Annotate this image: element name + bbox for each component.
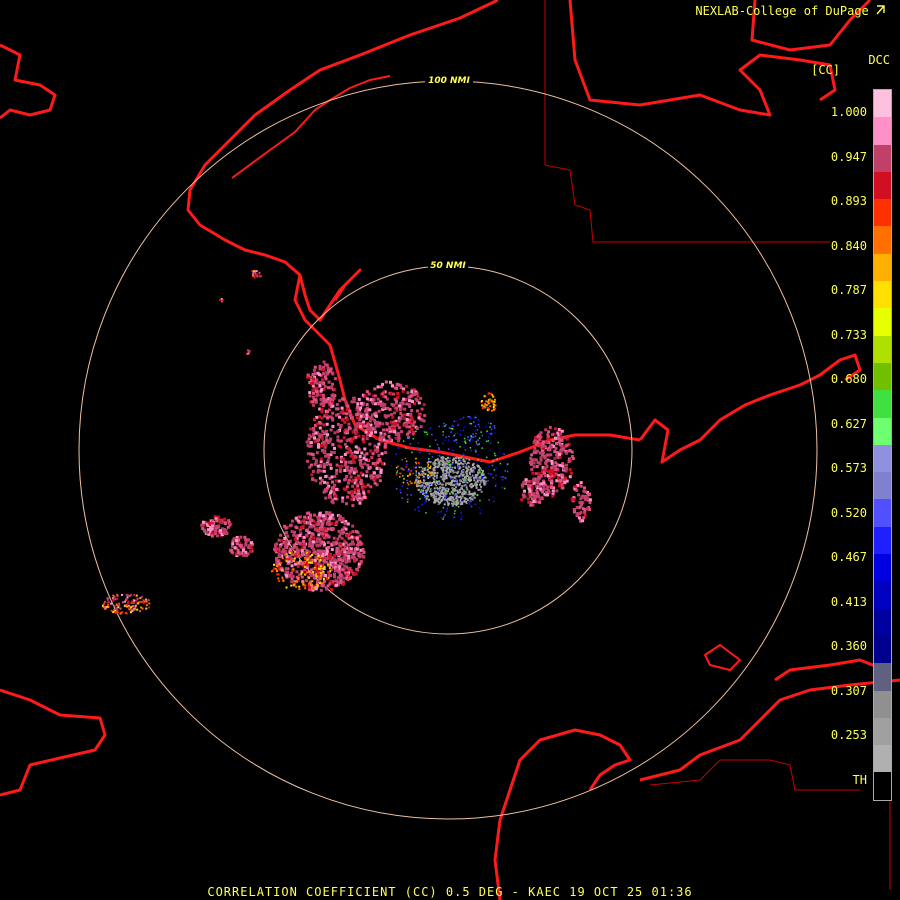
colorbar-segment xyxy=(874,581,891,609)
cursor-arrow-icon xyxy=(876,5,885,15)
coastline-bay xyxy=(231,75,391,179)
colorbar-segment xyxy=(874,554,891,582)
colorbar-segment xyxy=(874,526,891,555)
radar-map: 100 NMI 50 NMI xyxy=(0,0,900,900)
colorbar-tick-label: 0.573 xyxy=(830,461,867,475)
coastline-north xyxy=(186,0,499,322)
coastline-layer xyxy=(0,0,900,900)
colorbar-segment xyxy=(874,199,891,227)
colorbar-tick-label: 0.627 xyxy=(830,416,867,431)
colorbar-segment xyxy=(874,281,891,309)
colorbar-tick-label: 0.893 xyxy=(830,194,867,208)
colorbar-tick-label: 0.253 xyxy=(830,728,867,742)
colorbar-segment xyxy=(874,390,891,418)
colorbar-tick-label: TH xyxy=(852,772,867,787)
colorbar-tick-label: 0.360 xyxy=(830,639,867,653)
colorbar-tick-label: 0.467 xyxy=(830,550,867,564)
colorbar-segment xyxy=(874,608,891,636)
colorbar-tick-label: 0.947 xyxy=(830,149,867,164)
colorbar-tick-label: 1.000 xyxy=(830,105,867,119)
colorbar-tick-label: 0.840 xyxy=(830,238,867,253)
colorbar-tick-label: 0.680 xyxy=(830,372,867,386)
colorbar-segment xyxy=(874,444,891,473)
colorbar-tick-label: 0.520 xyxy=(830,505,867,520)
colorbar-segment xyxy=(874,417,891,445)
colorbar-tick-label: 0.787 xyxy=(830,283,867,297)
colorbar-segment xyxy=(874,717,891,746)
colorbar-segment xyxy=(874,690,891,718)
range-ring-label-50: 50 NMI xyxy=(430,261,466,271)
range-ring-label-100: 100 NMI xyxy=(428,76,470,86)
colorbar-segment xyxy=(874,772,891,800)
colorbar-tick-label: 0.307 xyxy=(830,683,867,698)
colorbar-title: DCC xyxy=(868,53,890,67)
colorbar-segment xyxy=(874,335,891,363)
colorbar-tick-label: 0.733 xyxy=(830,327,867,342)
coastline-west xyxy=(0,43,57,120)
colorbar xyxy=(873,89,892,801)
colorbar-segment xyxy=(874,171,891,200)
coastline-sw xyxy=(0,688,107,797)
colorbar-segment xyxy=(874,663,891,691)
colorbar-segment xyxy=(874,90,891,118)
colorbar-segment xyxy=(874,635,891,664)
colorbar-segment xyxy=(874,117,891,145)
colorbar-segment xyxy=(874,253,891,282)
coastline-south xyxy=(493,728,632,900)
colorbar-segment xyxy=(874,362,891,391)
colorbar-segment xyxy=(874,499,891,527)
colorbar-tick-label: 0.413 xyxy=(830,594,867,609)
colorbar-tick-labels: 1.000 0.947 0.893 0.840 0.787 0.733 0.680 0.627… xyxy=(787,0,867,900)
radar-echoes xyxy=(101,270,592,615)
coastline-se-island xyxy=(704,644,741,671)
colorbar-segment xyxy=(874,144,891,172)
colorbar-segment xyxy=(874,226,891,254)
colorbar-segment xyxy=(874,308,891,336)
colorbar-segment xyxy=(874,472,891,500)
product-caption: CORRELATION COEFFICIENT (CC) 0.5 DEG - K… xyxy=(207,885,693,899)
colorbar-segment xyxy=(874,745,891,773)
